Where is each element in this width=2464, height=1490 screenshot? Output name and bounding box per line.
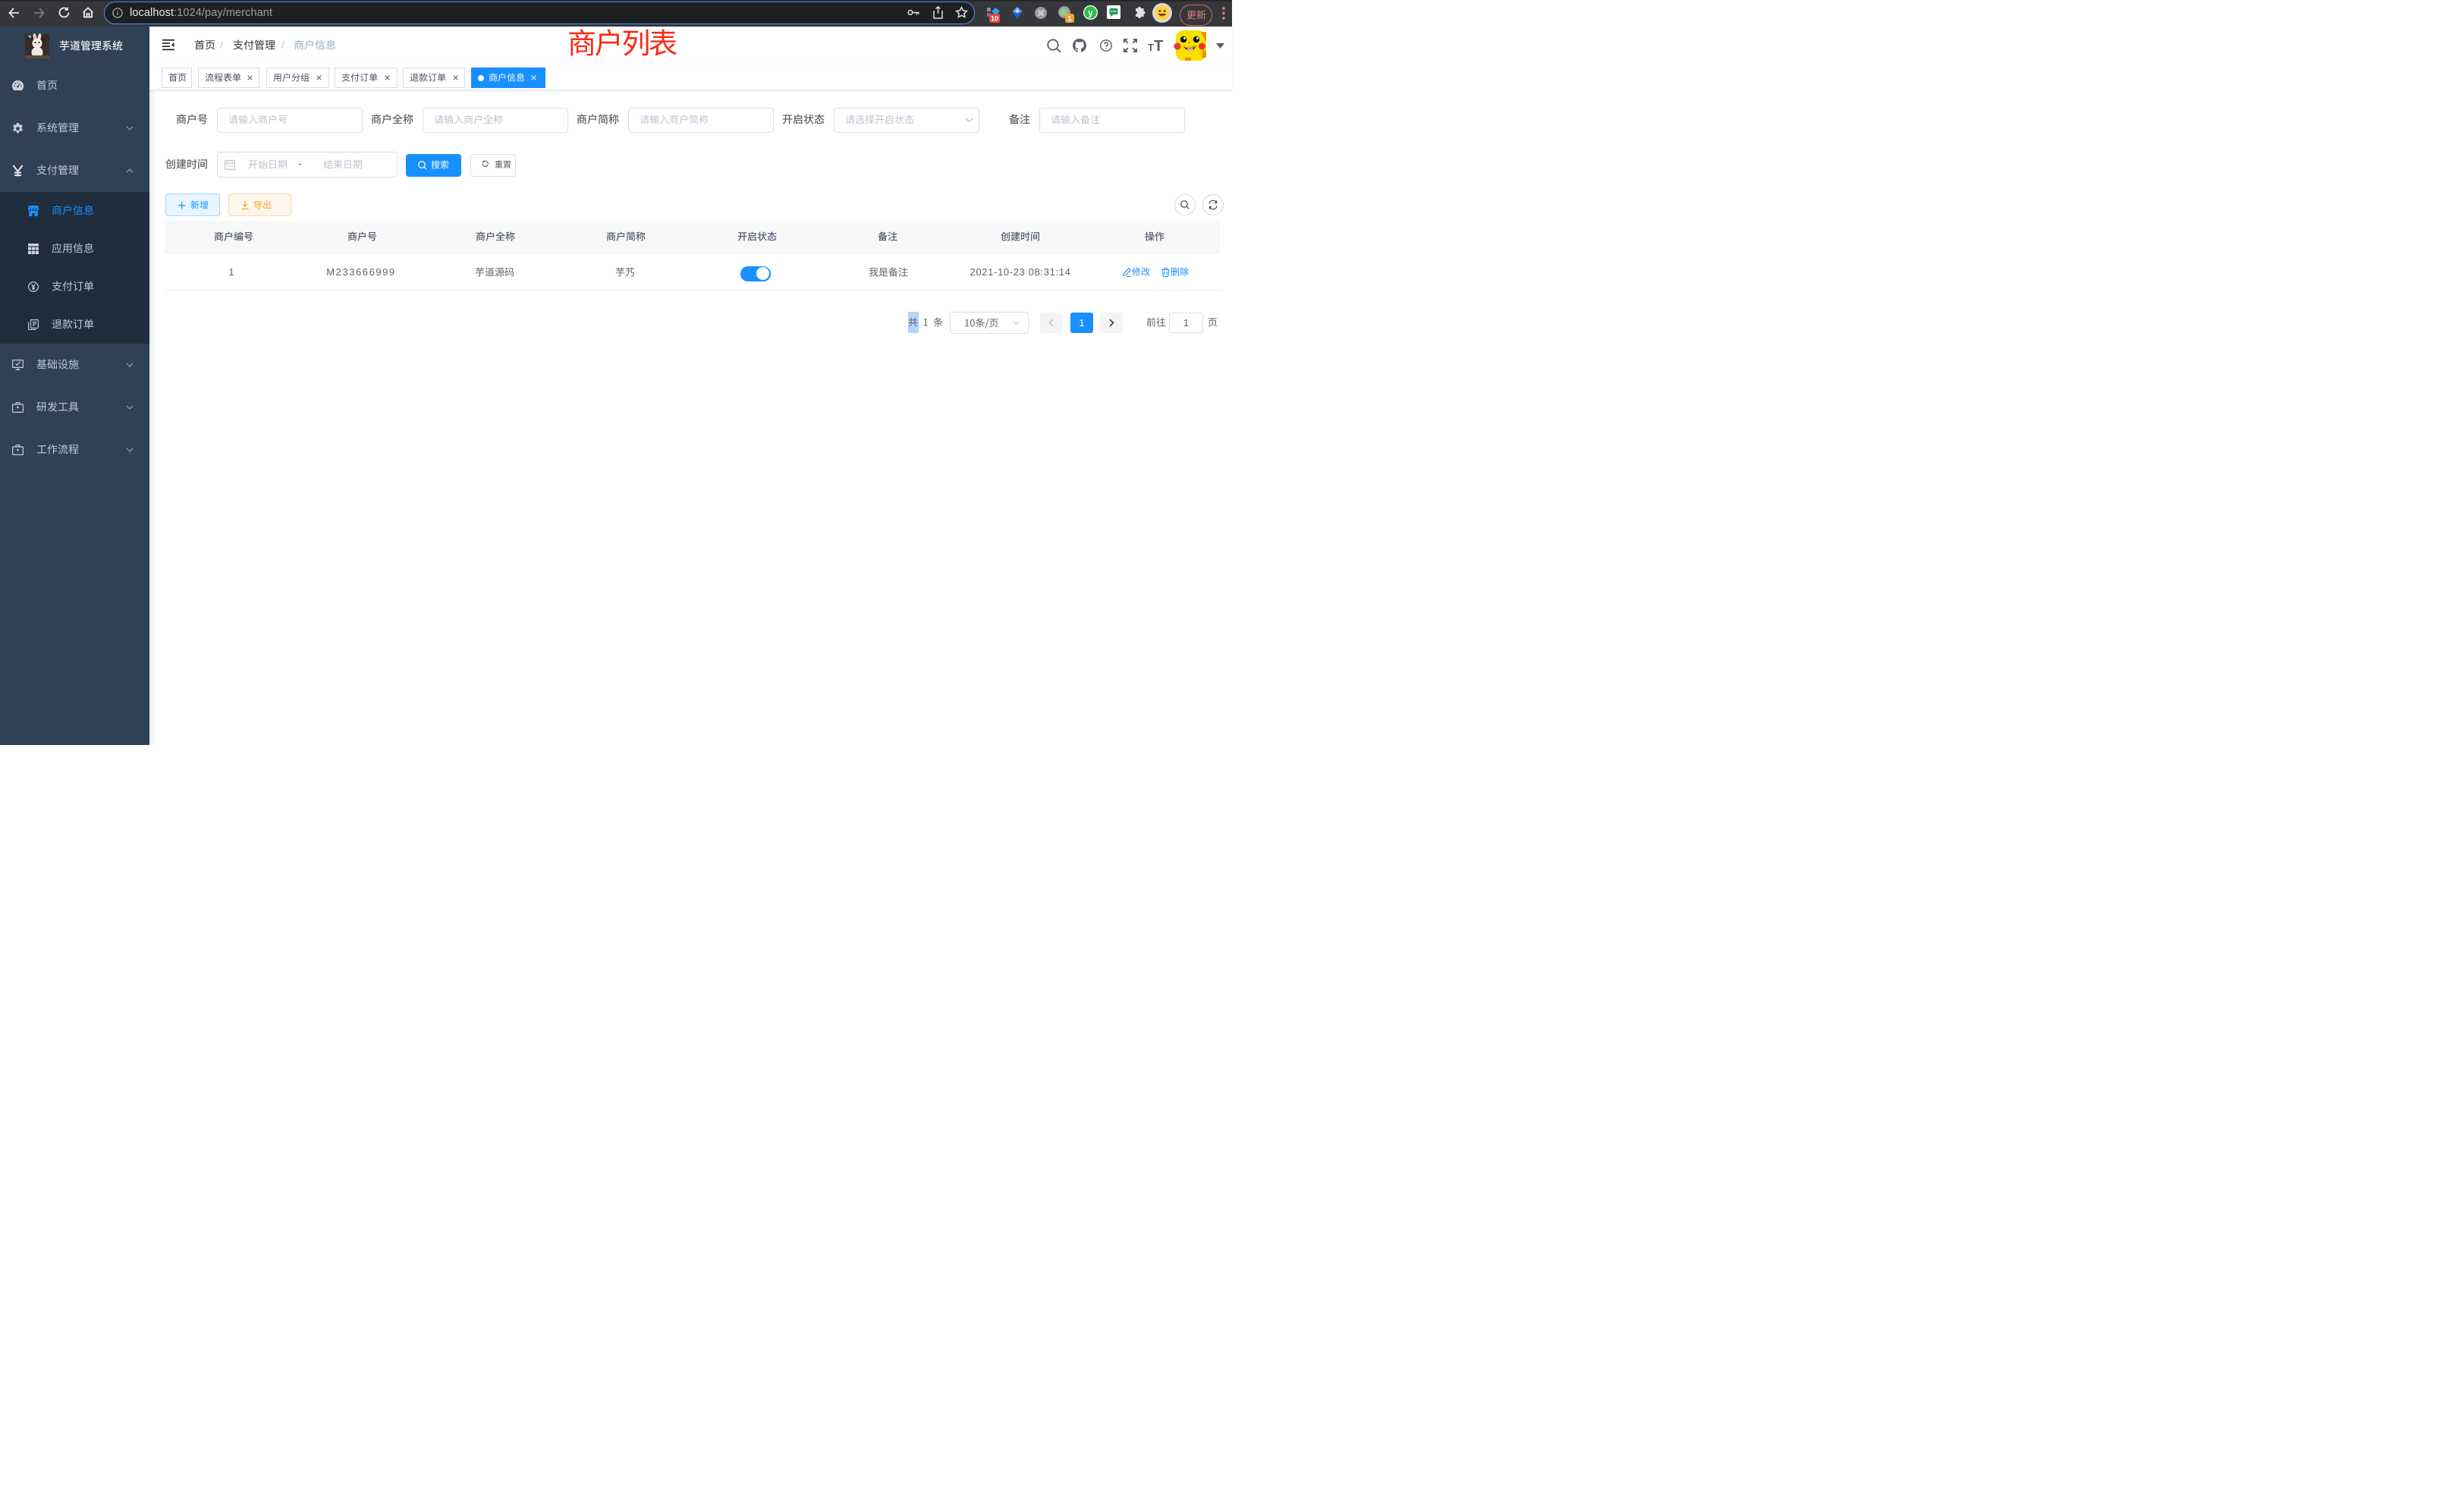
- svg-text:10: 10: [991, 15, 998, 23]
- svg-text:⌘: ⌘: [1037, 10, 1045, 18]
- svg-text:1: 1: [1067, 15, 1072, 24]
- svg-text:y: y: [1088, 9, 1093, 18]
